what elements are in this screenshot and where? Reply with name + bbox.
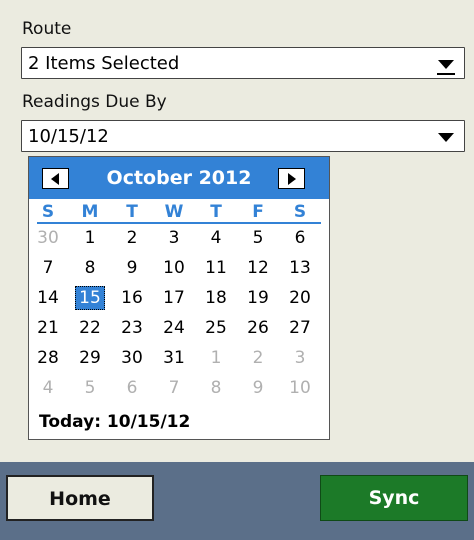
sync-button[interactable]: Sync <box>320 475 468 521</box>
calendar-day[interactable]: 11 <box>201 256 231 280</box>
calendar-day[interactable]: 8 <box>75 256 105 280</box>
calendar-day[interactable]: 23 <box>117 316 147 340</box>
calendar-day-other-month[interactable]: 8 <box>201 376 231 400</box>
calendar-day[interactable]: 2 <box>117 226 147 250</box>
route-dropdown[interactable]: 2 Items Selected <box>21 47 465 79</box>
readings-due-value: 10/15/12 <box>28 126 109 147</box>
calendar-day-other-month[interactable]: 5 <box>75 376 105 400</box>
calendar-day[interactable]: 29 <box>75 346 105 370</box>
calendar-day[interactable]: 21 <box>33 316 63 340</box>
home-button[interactable]: Home <box>6 475 154 521</box>
route-value: 2 Items Selected <box>28 53 180 74</box>
weekday-header: W <box>164 202 184 222</box>
calendar-day[interactable]: 24 <box>159 316 189 340</box>
calendar-day[interactable]: 3 <box>159 226 189 250</box>
dropdown-underline <box>437 73 455 75</box>
weekday-header: S <box>293 202 307 222</box>
weekday-header: T <box>126 202 138 222</box>
bottom-toolbar: Home Sync <box>0 462 474 540</box>
calendar-day[interactable]: 7 <box>33 256 63 280</box>
calendar-day[interactable]: 30 <box>117 346 147 370</box>
calendar-day[interactable]: 12 <box>243 256 273 280</box>
calendar-day[interactable]: 4 <box>201 226 231 250</box>
calendar-day-other-month[interactable]: 6 <box>117 376 147 400</box>
calendar-day[interactable]: 19 <box>243 286 273 310</box>
calendar-day[interactable]: 31 <box>159 346 189 370</box>
weekday-header: F <box>252 202 264 222</box>
calendar-day[interactable]: 10 <box>159 256 189 280</box>
calendar-day[interactable]: 16 <box>117 286 147 310</box>
calendar-day-other-month[interactable]: 4 <box>33 376 63 400</box>
calendar-header: October 2012 <box>29 157 329 199</box>
weekday-header: T <box>210 202 222 222</box>
calendar-day[interactable]: 20 <box>285 286 315 310</box>
calendar-day-other-month[interactable]: 10 <box>285 376 315 400</box>
calendar-day[interactable]: 5 <box>243 226 273 250</box>
route-label: Route <box>22 19 72 39</box>
arrow-right-icon <box>288 173 296 185</box>
readings-due-date-picker[interactable]: 10/15/12 <box>21 120 465 152</box>
calendar-day[interactable]: 25 <box>201 316 231 340</box>
today-link[interactable]: Today: 10/15/12 <box>39 411 190 433</box>
calendar-day[interactable]: 14 <box>33 286 63 310</box>
chevron-down-icon[interactable] <box>438 60 454 69</box>
calendar-day[interactable]: 28 <box>33 346 63 370</box>
calendar-day-other-month[interactable]: 1 <box>201 346 231 370</box>
calendar-day[interactable]: 1 <box>75 226 105 250</box>
weekday-header: S <box>41 202 55 222</box>
prev-month-button[interactable] <box>42 168 69 189</box>
calendar-day[interactable]: 18 <box>201 286 231 310</box>
next-month-button[interactable] <box>278 168 305 189</box>
calendar-day[interactable]: 6 <box>285 226 315 250</box>
calendar-popup: October 2012 SMTWTFS 30 1 2 3 4 5 6 7 8 9 10 11 12 13… <box>28 156 330 440</box>
calendar-day-other-month[interactable]: 9 <box>243 376 273 400</box>
calendar-day[interactable]: 9 <box>117 256 147 280</box>
calendar-day[interactable]: 22 <box>75 316 105 340</box>
calendar-day-other-month[interactable]: 3 <box>285 346 315 370</box>
calendar-day-other-month[interactable]: 30 <box>33 226 63 250</box>
calendar-day[interactable]: 26 <box>243 316 273 340</box>
weekday-divider <box>37 222 321 224</box>
readings-due-label: Readings Due By <box>22 92 167 112</box>
chevron-down-icon[interactable] <box>438 133 454 142</box>
weekday-header: M <box>81 202 99 222</box>
calendar-day[interactable]: 27 <box>285 316 315 340</box>
calendar-day-selected[interactable]: 15 <box>75 286 105 310</box>
calendar-day-other-month[interactable]: 7 <box>159 376 189 400</box>
arrow-left-icon <box>51 173 59 185</box>
calendar-day-other-month[interactable]: 2 <box>243 346 273 370</box>
calendar-day[interactable]: 13 <box>285 256 315 280</box>
calendar-day[interactable]: 17 <box>159 286 189 310</box>
